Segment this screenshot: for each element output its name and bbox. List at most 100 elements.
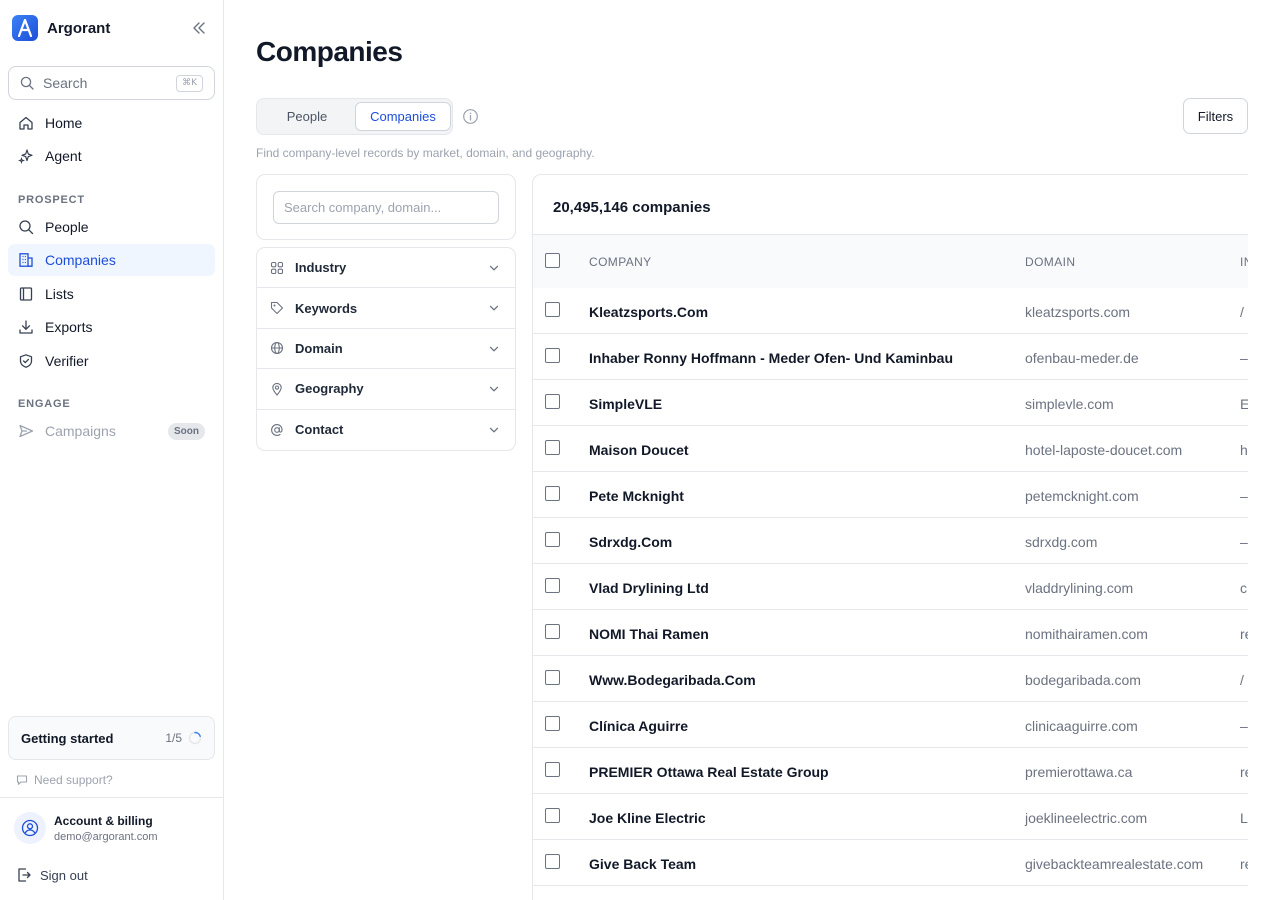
filter-contact[interactable]: Contact [257,410,515,450]
filter-label: Contact [295,422,344,438]
company-name[interactable]: Pete Mcknight [589,488,684,504]
brand-logo-icon [12,15,38,41]
sidebar-item-people[interactable]: People [8,211,215,243]
sidebar-item-exports[interactable]: Exports [8,311,215,343]
select-all-checkbox[interactable] [545,253,560,268]
row-checkbox[interactable] [545,532,560,547]
filter-label: Geography [295,381,364,397]
filter-list: Industry Keywords Domain Geography Conta… [256,247,516,451]
column-header-third[interactable]: IN [1240,255,1248,269]
table-row[interactable]: Kleatzsports.Com kleatzsports.com / [533,288,1248,334]
table-row[interactable]: Give Back Team givebackteamrealestate.com… [533,840,1248,886]
collapse-sidebar-icon[interactable] [190,20,208,36]
row-checkbox[interactable] [545,348,560,363]
table-row[interactable]: NOMI Thai Ramen nomithairamen.com re [533,610,1248,656]
brand[interactable]: Argorant [12,15,110,41]
company-name[interactable]: Clínica Aguirre [589,718,688,734]
company-name[interactable]: Joe Kline Electric [589,810,706,826]
sidebar-item-companies[interactable]: Companies [8,244,215,276]
sidebar-item-label: Companies [45,252,116,268]
company-domain: nomithairamen.com [1025,626,1148,642]
shortcut-badge: ⌘K [176,75,203,92]
sidebar-item-label: Agent [45,148,82,164]
column-header-company[interactable]: COMPANY [589,255,652,269]
getting-started-progress: 1/5 [165,731,182,745]
page-title: Companies [256,36,403,67]
filter-domain[interactable]: Domain [257,329,515,370]
company-domain: hotel-laposte-doucet.com [1025,442,1183,458]
filters-button[interactable]: Filters [1183,98,1248,134]
filter-industry[interactable]: Industry [257,248,515,289]
company-name[interactable]: NOMI Thai Ramen [589,626,709,642]
table-row[interactable]: Vlad Drylining Ltd vladdrylining.com c [533,564,1248,610]
account-billing[interactable]: Account & billing demo@argorant.com [14,812,158,844]
table-row[interactable]: Inhaber Ronny Hoffmann - Meder Ofen- Und… [533,334,1248,380]
row-checkbox[interactable] [545,808,560,823]
row-checkbox[interactable] [545,440,560,455]
row-checkbox[interactable] [545,394,560,409]
company-name[interactable]: Www.Bodegaribada.Com [589,672,756,688]
row-checkbox[interactable] [545,762,560,777]
company-name[interactable]: SimpleVLE [589,396,662,412]
results-count: 20,495,146 companies [553,199,711,216]
sidebar-item-campaigns[interactable]: Campaigns Soon [8,415,215,447]
row-checkbox[interactable] [545,716,560,731]
building-icon [19,253,33,267]
table-row[interactable] [533,886,1248,900]
company-domain: simplevle.com [1025,396,1114,412]
company-search-input[interactable] [273,191,499,224]
filter-label: Industry [295,260,347,276]
sidebar-item-verifier[interactable]: Verifier [8,345,215,377]
getting-started-card[interactable]: Getting started 1/5 [8,716,215,760]
sign-out-label: Sign out [40,867,88,883]
filter-geography[interactable]: Geography [257,369,515,410]
search-icon [20,76,34,90]
table-row[interactable]: Joe Kline Electric joeklineelectric.com L [533,794,1248,840]
table-row[interactable]: Clínica Aguirre clinicaaguirre.com – [533,702,1248,748]
section-label-engage: ENGAGE [18,398,71,410]
sidebar-item-label: Campaigns [45,423,116,439]
tab-companies[interactable]: Companies [355,102,451,131]
table-row[interactable]: Sdrxdg.Com sdrxdg.com – [533,518,1248,564]
globe-icon [270,342,284,355]
row-checkbox[interactable] [545,624,560,639]
sidebar-item-agent[interactable]: Agent [8,140,215,172]
company-name[interactable]: Kleatzsports.Com [589,304,708,320]
sign-out-button[interactable]: Sign out [16,867,88,883]
row-checkbox[interactable] [545,486,560,501]
results-table: 20,495,146 companies COMPANY DOMAIN IN K… [532,174,1248,900]
sign-out-icon [18,868,31,882]
sidebar: Argorant Search ⌘K Home Agent PROSPECT P… [0,0,224,900]
row-third-column-value: re [1240,764,1248,780]
table-row[interactable]: Www.Bodegaribada.Com bodegaribada.com / [533,656,1248,702]
company-name[interactable]: Give Back Team [589,856,696,872]
sidebar-item-home[interactable]: Home [8,107,215,139]
company-name[interactable]: Sdrxdg.Com [589,534,672,550]
row-checkbox[interactable] [545,578,560,593]
row-third-column-value: h [1240,442,1248,458]
company-domain: givebackteamrealestate.com [1025,856,1204,872]
table-row[interactable]: SimpleVLE simplevle.com E [533,380,1248,426]
avatar [14,812,46,844]
table-row[interactable]: PREMIER Ottawa Real Estate Group premiero… [533,748,1248,794]
need-support-link[interactable]: Need support? [16,773,113,787]
filter-keywords[interactable]: Keywords [257,288,515,329]
table-row[interactable]: Maison Doucet hotel-laposte-doucet.com h [533,426,1248,472]
soon-badge: Soon [168,423,205,440]
sidebar-search[interactable]: Search ⌘K [8,66,215,100]
column-header-domain[interactable]: DOMAIN [1025,255,1075,269]
table-row[interactable]: Pete Mcknight petemcknight.com – [533,472,1248,518]
company-name[interactable]: PREMIER Ottawa Real Estate Group [589,764,829,780]
company-name[interactable]: Inhaber Ronny Hoffmann - Meder Ofen- Und… [589,350,953,366]
company-name[interactable]: Vlad Drylining Ltd [589,580,709,596]
getting-started-title: Getting started [21,730,114,746]
tab-people[interactable]: People [260,102,354,131]
row-checkbox[interactable] [545,670,560,685]
chevron-down-icon [489,265,499,271]
info-icon[interactable] [462,108,479,125]
row-checkbox[interactable] [545,302,560,317]
company-name[interactable]: Maison Doucet [589,442,689,458]
sidebar-item-lists[interactable]: Lists [8,278,215,310]
row-third-column-value: E [1240,396,1248,412]
row-checkbox[interactable] [545,854,560,869]
